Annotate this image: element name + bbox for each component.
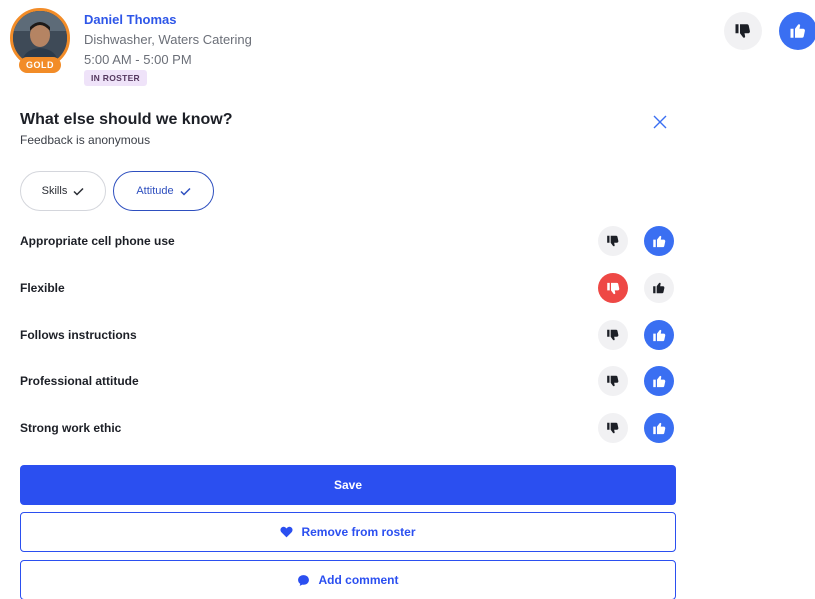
worker-name[interactable]: Daniel Thomas: [84, 12, 176, 27]
criteria-label: Flexible: [20, 281, 65, 295]
category-chip-label: Skills: [41, 185, 68, 197]
worker-role: Dishwasher, Waters Catering: [84, 32, 252, 47]
criteria-row-cell-phone: Appropriate cell phone use: [20, 226, 676, 256]
criteria-label: Follows instructions: [20, 328, 137, 342]
thumbs-down-icon: [607, 329, 619, 341]
feedback-title: What else should we know?: [20, 111, 233, 128]
thumbs-down-icon: [607, 375, 619, 387]
thumbs-down-icon: [606, 282, 619, 294]
close-button[interactable]: [650, 112, 670, 132]
thumbs-down-button[interactable]: [598, 273, 628, 303]
criteria-row-flexible: Flexible: [20, 273, 676, 303]
heart-icon: [280, 526, 294, 538]
close-icon: [653, 115, 667, 129]
thumbs-down-icon: [735, 24, 750, 38]
check-icon: [73, 187, 84, 196]
thumbs-up-icon: [652, 329, 665, 341]
criteria-label: Professional attitude: [20, 374, 139, 388]
overall-thumbs-up-button[interactable]: [779, 12, 815, 50]
speech-bubble-icon: [298, 574, 310, 586]
roster-status-badge: IN ROSTER: [84, 70, 147, 86]
thumbs-down-icon: [607, 422, 619, 434]
thumbs-down-button[interactable]: [598, 226, 628, 256]
thumbs-up-icon: [652, 422, 665, 434]
criteria-row-professional-attitude: Professional attitude: [20, 366, 676, 396]
check-icon: [180, 187, 191, 196]
thumbs-up-button[interactable]: [644, 226, 674, 256]
thumbs-down-button[interactable]: [598, 320, 628, 350]
remove-from-roster-button[interactable]: Remove from roster: [20, 512, 676, 552]
thumbs-down-button[interactable]: [598, 366, 628, 396]
add-comment-button[interactable]: Add comment: [20, 560, 676, 599]
criteria-label: Strong work ethic: [20, 421, 122, 435]
category-chip-attitude[interactable]: Attitude: [113, 171, 214, 211]
thumbs-up-button[interactable]: [644, 413, 674, 443]
thumbs-up-button[interactable]: [644, 320, 674, 350]
overall-thumbs-down-button[interactable]: [724, 12, 762, 50]
category-chip-label: Attitude: [136, 185, 174, 197]
criteria-row-work-ethic: Strong work ethic: [20, 413, 676, 443]
category-chip-skills[interactable]: Skills: [20, 171, 106, 211]
thumbs-up-button[interactable]: [644, 366, 674, 396]
thumbs-down-icon: [607, 235, 619, 247]
feedback-page: GOLD Daniel Thomas Dishwasher, Waters Ca…: [0, 0, 815, 599]
thumbs-up-icon: [790, 24, 805, 38]
thumbs-up-button[interactable]: [644, 273, 674, 303]
thumbs-up-icon: [653, 282, 665, 294]
thumbs-up-icon: [652, 375, 665, 387]
feedback-subtitle: Feedback is anonymous: [20, 133, 151, 147]
tier-badge: GOLD: [19, 57, 61, 73]
thumbs-down-button[interactable]: [598, 413, 628, 443]
criteria-label: Appropriate cell phone use: [20, 234, 175, 248]
remove-from-roster-label: Remove from roster: [301, 525, 416, 539]
avatar: GOLD: [10, 8, 70, 74]
criteria-row-follows-instructions: Follows instructions: [20, 320, 676, 350]
save-button[interactable]: Save: [20, 465, 676, 505]
thumbs-up-icon: [652, 235, 665, 247]
save-button-label: Save: [333, 478, 363, 492]
worker-shift: 5:00 AM - 5:00 PM: [84, 52, 192, 67]
add-comment-label: Add comment: [318, 573, 399, 587]
